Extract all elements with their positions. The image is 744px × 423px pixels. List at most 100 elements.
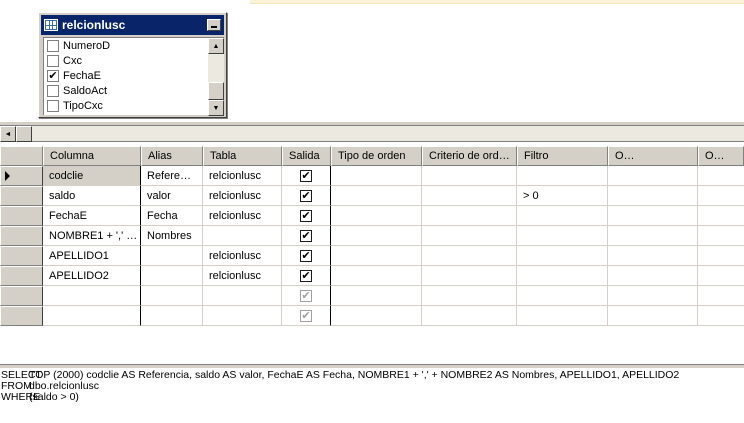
output-checkbox[interactable]: ✔ — [300, 269, 312, 282]
grid-cell-or-1[interactable] — [608, 206, 698, 226]
column-checkbox[interactable] — [47, 39, 59, 52]
grid-row[interactable]: APELLIDO2 relcionlusc ✔ — [0, 266, 744, 286]
grid-cell-table[interactable] — [203, 306, 282, 326]
row-selector[interactable] — [0, 166, 43, 186]
grid-cell-or-1[interactable] — [608, 266, 698, 286]
header-sort-criteria[interactable]: Criterio de ord… — [422, 146, 517, 166]
grid-cell-alias[interactable]: valor — [141, 186, 203, 206]
grid-cell-sort-criteria[interactable] — [422, 206, 517, 226]
grid-row[interactable]: APELLIDO1 relcionlusc ✔ — [0, 246, 744, 266]
grid-cell-filter[interactable] — [517, 246, 608, 266]
grid-cell-sort-type[interactable] — [331, 166, 422, 186]
table-window-relcionlusc[interactable]: relcionlusc NumeroD Cxc ✔ FechaE SaldoAct Tip… — [38, 12, 227, 118]
output-checkbox[interactable]: ✔ — [300, 189, 312, 202]
table-window-titlebar[interactable]: relcionlusc — [41, 15, 224, 35]
grid-cell-column[interactable]: APELLIDO1 — [43, 246, 141, 266]
grid-cell-table[interactable]: relcionlusc — [203, 186, 282, 206]
header-table[interactable]: Tabla — [203, 146, 282, 166]
grid-cell-output[interactable]: ✔ — [282, 186, 331, 206]
scroll-up-button[interactable]: ▲ — [208, 38, 224, 54]
header-alias[interactable]: Alias — [141, 146, 203, 166]
grid-cell-sort-criteria[interactable] — [422, 226, 517, 246]
header-corner[interactable] — [0, 146, 43, 166]
row-selector[interactable] — [0, 266, 43, 286]
column-checkbox[interactable] — [47, 54, 59, 67]
grid-cell-table[interactable]: relcionlusc — [203, 246, 282, 266]
grid-cell-sort-criteria[interactable] — [422, 306, 517, 326]
grid-cell-sort-type[interactable] — [331, 186, 422, 206]
row-selector[interactable] — [0, 186, 43, 206]
grid-cell-or-2[interactable] — [698, 226, 744, 246]
table-column-item[interactable]: TipoCxc — [44, 98, 224, 113]
grid-cell-output[interactable]: ✔ — [282, 166, 331, 186]
grid-cell-output[interactable]: ✔ — [282, 226, 331, 246]
grid-cell-column[interactable] — [43, 286, 141, 306]
grid-cell-sort-type[interactable] — [331, 286, 422, 306]
criteria-grid[interactable]: Columna Alias Tabla Salida Tipo de orden… — [0, 146, 744, 326]
row-selector[interactable] — [0, 226, 43, 246]
column-checkbox[interactable]: ✔ — [47, 69, 59, 82]
header-output[interactable]: Salida — [282, 146, 331, 166]
sql-pane[interactable]: SELECT TOP (2000) codclie AS Referencia, … — [0, 370, 744, 423]
table-column-scrollbar[interactable]: ▲ ▼ — [208, 38, 224, 116]
grid-cell-column[interactable]: FechaE — [43, 206, 141, 226]
grid-cell-table[interactable]: relcionlusc — [203, 206, 282, 226]
grid-row[interactable]: FechaE Fecha relcionlusc ✔ — [0, 206, 744, 226]
grid-cell-column[interactable] — [43, 306, 141, 326]
grid-row[interactable]: NOMBRE1 + ',' … Nombres ✔ — [0, 226, 744, 246]
grid-cell-filter[interactable] — [517, 266, 608, 286]
grid-cell-filter[interactable] — [517, 286, 608, 306]
grid-cell-or-2[interactable] — [698, 246, 744, 266]
header-or-2[interactable]: O… — [698, 146, 744, 166]
table-column-list[interactable]: NumeroD Cxc ✔ FechaE SaldoAct TipoCxc ▲ ▼ — [43, 37, 224, 116]
grid-cell-alias[interactable] — [141, 286, 203, 306]
grid-cell-sort-criteria[interactable] — [422, 286, 517, 306]
column-checkbox[interactable] — [47, 84, 59, 97]
grid-row[interactable]: saldo valor relcionlusc ✔ > 0 — [0, 186, 744, 206]
header-sort-type[interactable]: Tipo de orden — [331, 146, 422, 166]
grid-row[interactable]: ✔ — [0, 286, 744, 306]
grid-cell-output[interactable]: ✔ — [282, 266, 331, 286]
grid-cell-sort-criteria[interactable] — [422, 186, 517, 206]
grid-cell-sort-criteria[interactable] — [422, 266, 517, 286]
grid-cell-filter[interactable] — [517, 206, 608, 226]
diagram-pane[interactable]: relcionlusc NumeroD Cxc ✔ FechaE SaldoAct Tip… — [0, 0, 744, 122]
grid-cell-table[interactable] — [203, 226, 282, 246]
grid-cell-or-1[interactable] — [608, 186, 698, 206]
header-column[interactable]: Columna — [43, 146, 141, 166]
grid-cell-sort-criteria[interactable] — [422, 166, 517, 186]
grid-cell-or-2[interactable] — [698, 166, 744, 186]
grid-cell-column[interactable]: NOMBRE1 + ',' … — [43, 226, 141, 246]
table-column-item[interactable]: Cxc — [44, 53, 224, 68]
grid-cell-sort-type[interactable] — [331, 266, 422, 286]
output-checkbox[interactable]: ✔ — [300, 169, 312, 182]
sql-pane-splitter[interactable] — [0, 364, 744, 368]
table-column-item[interactable]: SaldoAct — [44, 83, 224, 98]
grid-cell-or-2[interactable] — [698, 266, 744, 286]
grid-cell-or-1[interactable] — [608, 286, 698, 306]
column-checkbox[interactable] — [47, 99, 59, 112]
scroll-thumb[interactable] — [208, 82, 224, 100]
scroll-thumb-horizontal[interactable] — [16, 126, 32, 142]
grid-cell-sort-type[interactable] — [331, 226, 422, 246]
grid-cell-sort-type[interactable] — [331, 206, 422, 226]
row-selector[interactable] — [0, 246, 43, 266]
scroll-left-button[interactable]: ◄ — [0, 126, 16, 142]
grid-cell-alias[interactable] — [141, 246, 203, 266]
grid-cell-sort-type[interactable] — [331, 246, 422, 266]
grid-cell-or-1[interactable] — [608, 306, 698, 326]
grid-cell-or-2[interactable] — [698, 186, 744, 206]
grid-cell-sort-criteria[interactable] — [422, 246, 517, 266]
grid-cell-column[interactable]: codclie — [43, 166, 141, 186]
grid-cell-output[interactable]: ✔ — [282, 306, 331, 326]
grid-cell-or-2[interactable] — [698, 286, 744, 306]
sql-line[interactable]: SELECT TOP (2000) codclie AS Referencia, … — [0, 370, 744, 381]
grid-cell-or-2[interactable] — [698, 206, 744, 226]
header-filter[interactable]: Filtro — [517, 146, 608, 166]
scroll-down-button[interactable]: ▼ — [208, 100, 224, 116]
grid-cell-or-1[interactable] — [608, 166, 698, 186]
diagram-horizontal-scrollbar[interactable]: ◄ — [0, 126, 744, 142]
grid-row[interactable]: ✔ — [0, 306, 744, 326]
row-selector[interactable] — [0, 206, 43, 226]
grid-cell-table[interactable] — [203, 286, 282, 306]
